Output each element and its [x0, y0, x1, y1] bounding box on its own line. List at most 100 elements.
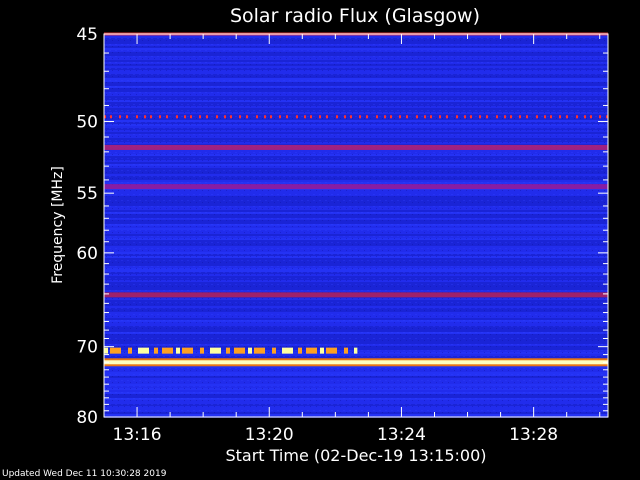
spectral-feature: [200, 347, 204, 354]
spectral-feature: [270, 115, 272, 119]
y-tick-label: 55: [76, 184, 98, 204]
spectral-feature: [279, 115, 281, 119]
plot-area: [103, 32, 609, 418]
spectral-feature: [234, 347, 245, 354]
spectral-feature: [496, 115, 498, 119]
spectral-feature: [336, 115, 338, 119]
x-tick-label: 13:20: [245, 425, 294, 445]
spectral-feature: [376, 115, 378, 119]
y-tick-label: 70: [76, 338, 98, 358]
spectral-feature: [320, 347, 324, 354]
spectral-feature: [199, 115, 201, 119]
spectral-feature: [206, 115, 208, 119]
spectral-feature: [286, 115, 288, 119]
spectral-feature: [354, 347, 358, 354]
x-tick-label: 13:24: [377, 425, 426, 445]
spectral-feature: [239, 115, 241, 119]
spectral-feature: [159, 115, 161, 119]
y-tick-label: 60: [76, 244, 98, 264]
spectral-feature: [344, 347, 348, 354]
spectral-feature: [296, 115, 298, 119]
spectral-feature: [104, 184, 608, 190]
y-tick-label: 80: [76, 408, 98, 428]
spectral-feature: [162, 347, 173, 354]
spectral-feature: [326, 115, 328, 119]
x-tick-label: 13:16: [113, 425, 162, 445]
spectral-feature: [304, 115, 306, 119]
y-axis-label: Frequency [MHz]: [50, 166, 66, 284]
spectral-feature: [350, 115, 352, 119]
spectral-feature: [166, 115, 168, 119]
spectral-feature: [246, 115, 248, 119]
updated-timestamp: Updated Wed Dec 11 10:30:28 2019: [2, 469, 167, 479]
spectral-feature: [264, 115, 266, 119]
spectral-feature: [184, 115, 186, 119]
x-tick-label: 13:28: [509, 425, 558, 445]
spectral-feature: [176, 347, 180, 354]
spectral-feature: [550, 115, 552, 119]
spectral-feature: [182, 347, 193, 354]
spectral-feature: [416, 115, 418, 119]
spectral-feature: [544, 115, 546, 119]
spectral-feature: [390, 115, 392, 119]
spectral-feature: [190, 115, 192, 119]
spectral-feature: [384, 115, 386, 119]
spectral-feature: [104, 347, 108, 354]
spectral-feature: [344, 115, 346, 119]
spectral-feature: [254, 347, 265, 354]
spectral-feature: [230, 115, 232, 119]
spectral-feature: [298, 347, 302, 354]
spectral-feature: [536, 115, 538, 119]
spectral-feature: [216, 115, 218, 119]
spectral-feature: [510, 115, 512, 119]
spectral-feature: [136, 115, 138, 119]
spectral-feature: [326, 347, 337, 354]
spectral-feature: [430, 115, 432, 119]
spectral-feature: [210, 347, 221, 354]
spectral-feature: [559, 115, 561, 119]
spectral-feature: [486, 115, 488, 119]
spectral-feature: [110, 115, 112, 119]
spectral-feature: [138, 347, 149, 354]
spectral-feature: [424, 115, 426, 119]
spectral-feature: [256, 115, 258, 119]
spectral-feature: [272, 347, 276, 354]
spectral-feature: [306, 347, 317, 354]
spectral-feature: [359, 115, 361, 119]
spectral-feature: [456, 115, 458, 119]
spectral-feature: [126, 115, 128, 119]
spectral-feature: [154, 347, 158, 354]
chart-title: Solar radio Flux (Glasgow): [230, 5, 480, 27]
spectral-feature: [150, 115, 152, 119]
spectral-feature: [566, 115, 568, 119]
spectral-feature: [446, 115, 448, 119]
spectral-feature: [226, 347, 230, 354]
spectral-feature: [104, 360, 608, 365]
spectral-feature: [406, 115, 408, 119]
spectral-feature: [479, 115, 481, 119]
spectral-feature: [464, 115, 466, 119]
spectral-feature: [119, 115, 121, 119]
spectral-feature: [128, 347, 132, 354]
spectral-feature: [584, 115, 586, 119]
spectral-feature: [399, 115, 401, 119]
spectral-feature: [526, 115, 528, 119]
spectral-feature: [144, 115, 146, 119]
spectrogram-chart: Solar radio Flux (Glasgow) 455055607080 …: [50, 5, 609, 465]
spectral-feature: [248, 347, 252, 354]
y-tick-label: 50: [76, 113, 98, 133]
spectral-feature: [104, 144, 608, 150]
spectral-feature: [310, 115, 312, 119]
spectral-feature: [110, 347, 121, 354]
spectral-feature: [224, 115, 226, 119]
spectral-feature: [319, 115, 321, 119]
spectral-feature: [590, 115, 592, 119]
spectral-feature: [599, 115, 601, 119]
spectral-feature: [576, 115, 578, 119]
spectral-feature: [470, 115, 472, 119]
spectral-feature: [176, 115, 178, 119]
spectral-feature: [439, 115, 441, 119]
spectral-feature: [519, 115, 521, 119]
spectral-feature: [104, 292, 608, 298]
spectral-feature: [282, 347, 293, 354]
